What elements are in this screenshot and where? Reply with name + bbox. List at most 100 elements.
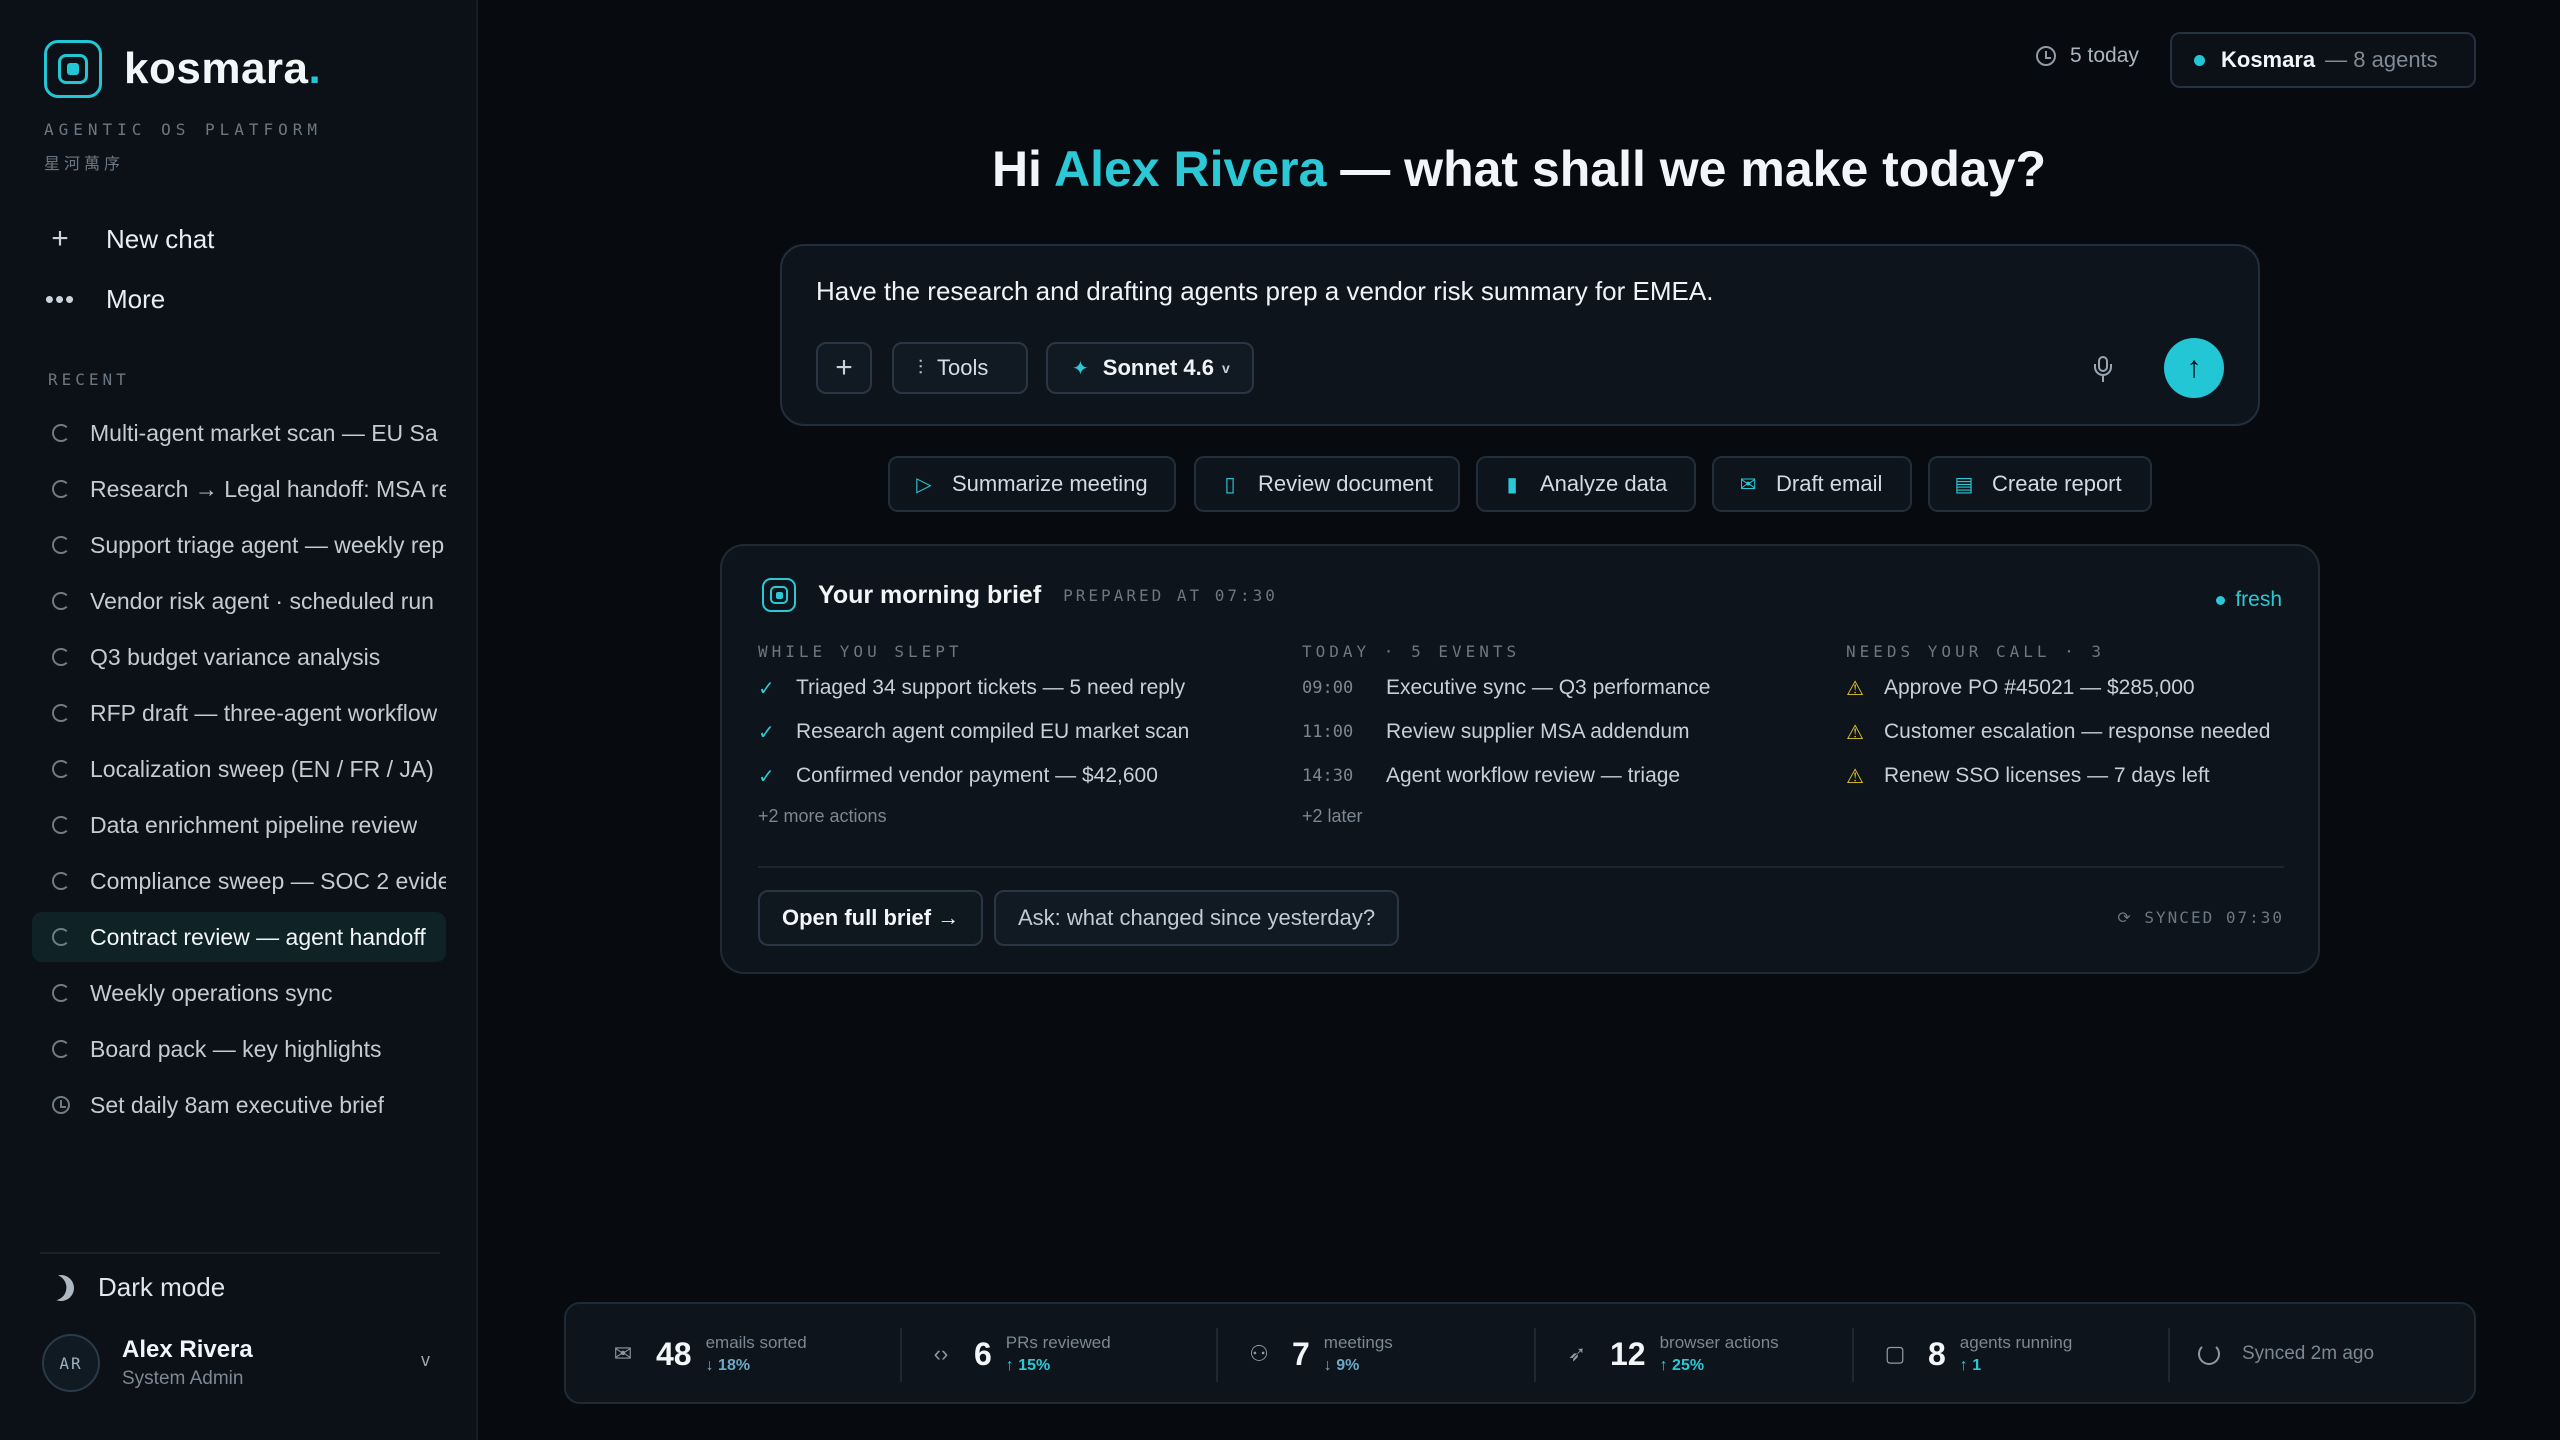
completed-action[interactable]: ✓ Triaged 34 support tickets — 5 need rep…: [758, 666, 1278, 710]
new-chat-button[interactable]: + New chat: [44, 222, 214, 256]
recent-item[interactable]: Board pack — key highlights: [32, 1024, 446, 1074]
chat-status-icon: [52, 816, 70, 834]
greeting-user-name: Alex Rivera: [1053, 141, 1327, 197]
recent-list: Multi-agent market scan — EU Sa Research…: [32, 408, 446, 1136]
create-report-button[interactable]: ▤ Create report: [1928, 456, 2152, 512]
summarize-meeting-button[interactable]: ▷ Summarize meeting: [888, 456, 1176, 512]
stat-divider: [1216, 1328, 1218, 1382]
stat-emails[interactable]: ✉ 48 emails sorted ↓ 18%: [610, 1304, 807, 1404]
warning-icon: ⚠: [1846, 677, 1864, 700]
sync-status[interactable]: Synced 2m ago: [2198, 1304, 2374, 1404]
stat-agents[interactable]: ▢ 8 agents running ↑ 1: [1882, 1304, 2073, 1404]
brand-logo[interactable]: kosmara.: [44, 40, 321, 98]
event-row[interactable]: 11:00 Review supplier MSA addendum: [1302, 710, 1822, 754]
chat-composer: Have the research and drafting agents pr…: [780, 244, 2260, 426]
stat-prs[interactable]: ‹› 6 PRs reviewed ↑ 15%: [928, 1304, 1111, 1404]
column-heading: NEEDS YOUR CALL · 3: [1846, 642, 2106, 661]
chat-status-icon: [52, 704, 70, 722]
sparkle-icon: ✦: [1072, 357, 1089, 380]
today-counter[interactable]: 5 today: [2036, 44, 2139, 68]
send-button[interactable]: ↑: [2164, 338, 2224, 398]
stat-browser-actions[interactable]: ➶ 12 browser actions ↑ 25%: [1564, 1304, 1779, 1404]
completed-action[interactable]: ✓ Research agent compiled EU market scan: [758, 710, 1278, 754]
more-button[interactable]: ••• More: [44, 284, 165, 315]
status-dot-icon: [2216, 595, 2226, 605]
brief-prepared-time: PREPARED AT 07:30: [1063, 585, 1278, 605]
sliders-icon: ⫶: [918, 356, 923, 379]
recent-item[interactable]: Data enrichment pipeline review: [32, 800, 446, 850]
bot-icon: ▢: [1884, 1341, 1906, 1366]
user-menu[interactable]: AR Alex Rivera System Admin v: [42, 1334, 442, 1392]
warning-icon: ⚠: [1846, 765, 1864, 788]
chat-status-icon: [52, 648, 70, 666]
today-label: 5 today: [2070, 44, 2139, 67]
tools-button[interactable]: ⫶ Tools: [892, 342, 1028, 394]
needs-your-call-column: NEEDS YOUR CALL · 3 ⚠ Approve PO #45021 —…: [1846, 642, 2306, 798]
report-icon: ▤: [1954, 473, 1974, 496]
ellipsis-icon: •••: [44, 284, 76, 314]
dark-mode-toggle[interactable]: Dark mode: [48, 1272, 225, 1303]
attach-button[interactable]: +: [816, 342, 872, 394]
completed-action[interactable]: ✓ Confirmed vendor payment — $42,600: [758, 754, 1278, 798]
more-label: More: [106, 284, 166, 314]
model-selector[interactable]: ✦ Sonnet 4.6 v: [1046, 342, 1254, 394]
recent-item[interactable]: Vendor risk agent · scheduled run: [32, 576, 446, 626]
later-events-link[interactable]: +2 later: [1302, 806, 1822, 827]
page-title: Hi Alex Rivera — what shall we make toda…: [991, 141, 2047, 197]
stat-divider: [1534, 1328, 1536, 1382]
new-chat-label: New chat: [106, 223, 215, 254]
stats-bar: ✉ 48 emails sorted ↓ 18% ‹› 6 PRs reviewe…: [564, 1302, 2476, 1404]
recent-item[interactable]: RFP draft — three-agent workflow: [32, 688, 446, 738]
analyze-data-button[interactable]: ▮ Analyze data: [1476, 456, 1696, 512]
logo-text: kosmara.: [124, 44, 322, 93]
agent-count: — 8 agents: [2325, 47, 2438, 72]
event-row[interactable]: 14:30 Agent workflow review — triage: [1302, 754, 1822, 798]
stat-meetings[interactable]: ⚇ 7 meetings ↓ 9%: [1246, 1304, 1393, 1404]
chat-status-icon: [52, 872, 70, 890]
plus-icon: +: [51, 222, 69, 255]
review-document-button[interactable]: ▯ Review document: [1194, 456, 1460, 512]
workspace-switcher[interactable]: Kosmara — 8 agents: [2170, 32, 2476, 88]
check-icon: ✓: [758, 677, 775, 700]
recent-item-active[interactable]: Contract review — agent handoff: [32, 912, 446, 962]
mail-icon: ✉: [613, 1341, 633, 1366]
tools-label: Tools: [937, 355, 989, 380]
sidebar-divider: [40, 1252, 440, 1254]
arrow-up-icon: ↑: [2186, 351, 2202, 384]
recent-item[interactable]: Q3 budget variance analysis: [32, 632, 446, 682]
more-actions-link[interactable]: +2 more actions: [758, 806, 1278, 827]
refresh-icon: ⟳: [2117, 908, 2133, 927]
stat-divider: [2168, 1328, 2170, 1382]
recent-item-scheduled[interactable]: Set daily 8am executive brief: [32, 1080, 446, 1130]
event-row[interactable]: 09:00 Executive sync — Q3 performance: [1302, 666, 1822, 710]
today-events-column: TODAY · 5 EVENTS 09:00 Executive sync — Q…: [1302, 642, 1822, 827]
cursor-icon: ➶: [1567, 1341, 1587, 1366]
while-you-slept-column: WHILE YOU SLEPT ✓ Triaged 34 support tick…: [758, 642, 1278, 827]
dark-mode-label: Dark mode: [98, 1272, 226, 1302]
kosmara-logo-icon: [762, 578, 796, 612]
ask-changes-button[interactable]: Ask: what changed since yesterday?: [994, 890, 1400, 946]
decision-row[interactable]: ⚠ Renew SSO licenses — 7 days left: [1846, 754, 2306, 798]
sidebar: kosmara. AGENTIC OS PLATFORM 星河萬序 + New …: [0, 0, 478, 1440]
column-heading: TODAY · 5 EVENTS: [1302, 642, 1521, 661]
recent-item[interactable]: Research → Legal handoff: MSA re: [32, 464, 446, 514]
recent-item[interactable]: Support triage agent — weekly rep: [32, 520, 446, 570]
mail-icon: ✉: [1739, 473, 1757, 496]
microphone-icon[interactable]: [2092, 356, 2114, 384]
recent-item[interactable]: Multi-agent market scan — EU Sa: [32, 408, 446, 458]
decision-row[interactable]: ⚠ Approve PO #45021 — $285,000: [1846, 666, 2306, 710]
stat-divider: [900, 1328, 902, 1382]
recent-item[interactable]: Localization sweep (EN / FR / JA): [32, 744, 446, 794]
open-full-brief-button[interactable]: Open full brief →: [758, 890, 984, 946]
fresh-badge: fresh: [2216, 588, 2282, 612]
warning-icon: ⚠: [1846, 721, 1864, 744]
recent-item[interactable]: Weekly operations sync: [32, 968, 446, 1018]
kosmara-logo-icon: [44, 40, 102, 98]
draft-email-button[interactable]: ✉ Draft email: [1712, 456, 1912, 512]
recent-item[interactable]: Compliance sweep — SOC 2 evide: [32, 856, 446, 906]
prompt-input[interactable]: Have the research and drafting agents pr…: [816, 276, 1713, 307]
chat-status-icon: [52, 536, 70, 554]
stat-divider: [1852, 1328, 1854, 1382]
decision-row[interactable]: ⚠ Customer escalation — response needed: [1846, 710, 2306, 754]
brief-divider: [758, 866, 2284, 868]
